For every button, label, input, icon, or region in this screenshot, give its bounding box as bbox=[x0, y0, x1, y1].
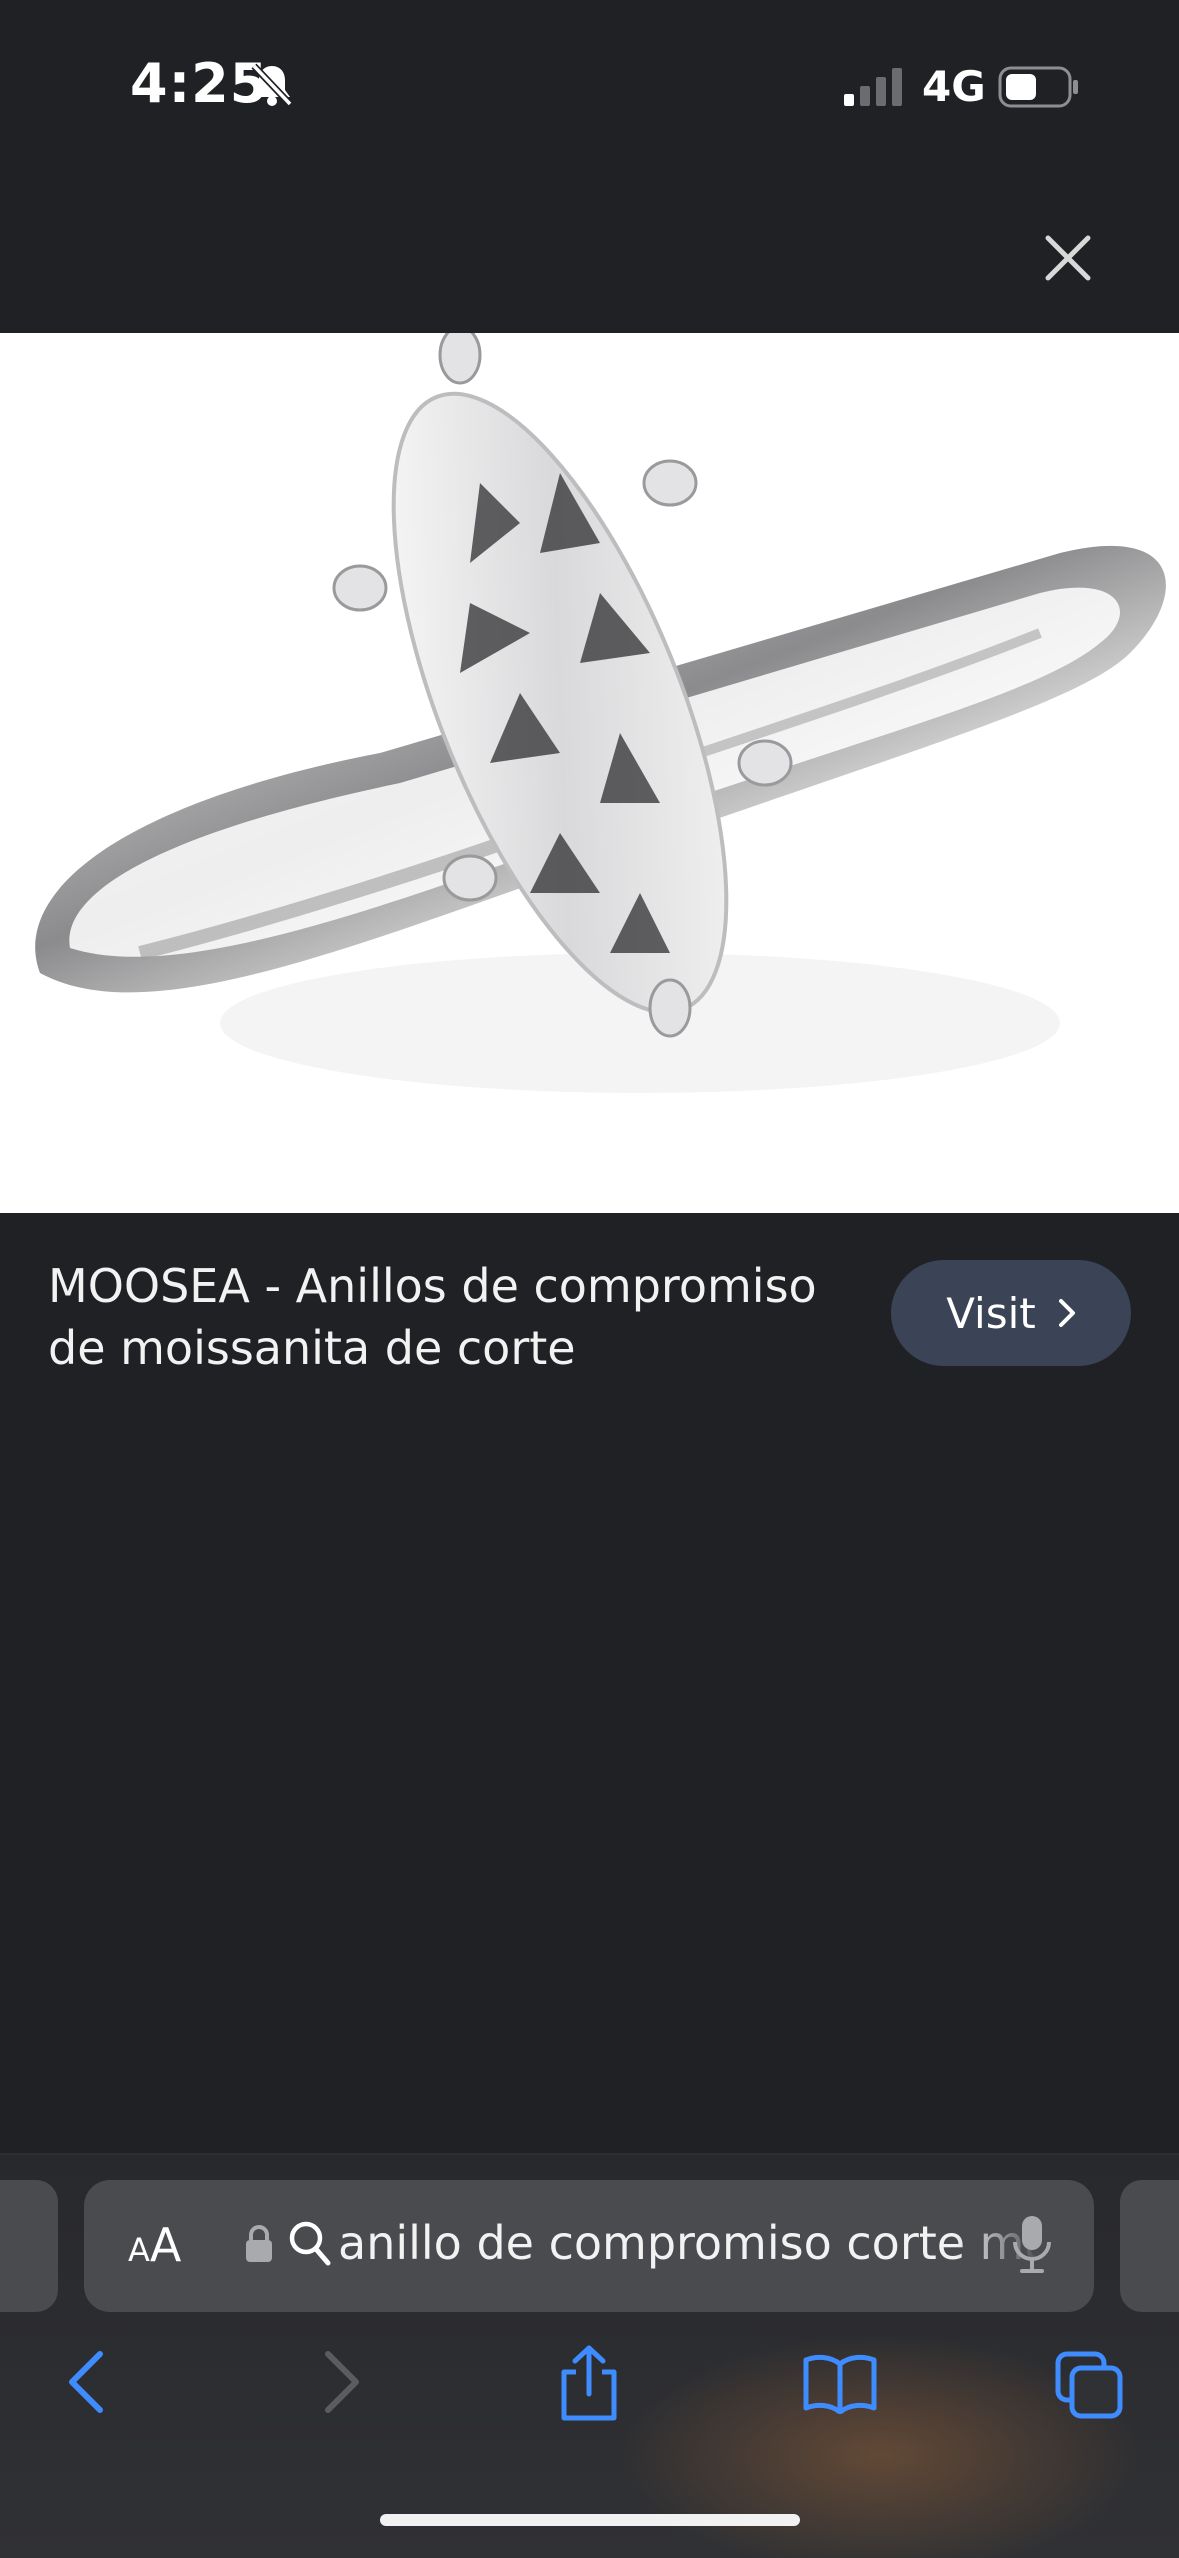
battery-icon bbox=[998, 66, 1078, 108]
address-text[interactable]: anillo de compromiso corte marquesa bbox=[338, 2216, 1040, 2276]
chevron-right-icon bbox=[1058, 1299, 1075, 1327]
forward-icon[interactable] bbox=[322, 2350, 362, 2414]
visit-button[interactable]: Visit bbox=[891, 1260, 1131, 1366]
text-size-button[interactable]: AA bbox=[128, 2218, 181, 2272]
product-image[interactable] bbox=[0, 333, 1179, 1213]
caption-line-2: de moissanita de corte marqués... bbox=[48, 1321, 576, 1367]
image-caption[interactable]: MOOSEA - Anillos de compromiso de moissa… bbox=[48, 1255, 828, 1367]
tabs-icon[interactable] bbox=[1054, 2350, 1124, 2420]
network-type: 4G bbox=[922, 62, 986, 111]
address-bar[interactable]: AA anillo de compromiso corte marquesa bbox=[84, 2180, 1094, 2312]
next-tab-preview[interactable] bbox=[1120, 2180, 1179, 2312]
text-size-large: A bbox=[149, 2218, 182, 2272]
close-icon[interactable] bbox=[1040, 230, 1096, 286]
status-bar: 4:25 4G bbox=[0, 0, 1179, 170]
lock-icon bbox=[246, 2225, 272, 2262]
previous-tab-preview[interactable] bbox=[0, 2180, 58, 2312]
share-icon[interactable] bbox=[556, 2344, 622, 2424]
visit-label: Visit bbox=[946, 1288, 1036, 1338]
home-indicator[interactable] bbox=[380, 2514, 800, 2526]
back-icon[interactable] bbox=[66, 2350, 106, 2414]
bookmarks-icon[interactable] bbox=[802, 2352, 878, 2414]
search-icon bbox=[289, 2221, 331, 2266]
microphone-icon[interactable] bbox=[1012, 2214, 1052, 2276]
text-size-small: A bbox=[128, 2231, 150, 2269]
signal-icon bbox=[844, 68, 902, 106]
bell-slash-icon bbox=[251, 63, 293, 107]
status-time: 4:25 bbox=[130, 52, 269, 115]
caption-line-1: MOOSEA - Anillos de compromiso bbox=[48, 1259, 817, 1313]
ring-illustration bbox=[35, 333, 1166, 1093]
